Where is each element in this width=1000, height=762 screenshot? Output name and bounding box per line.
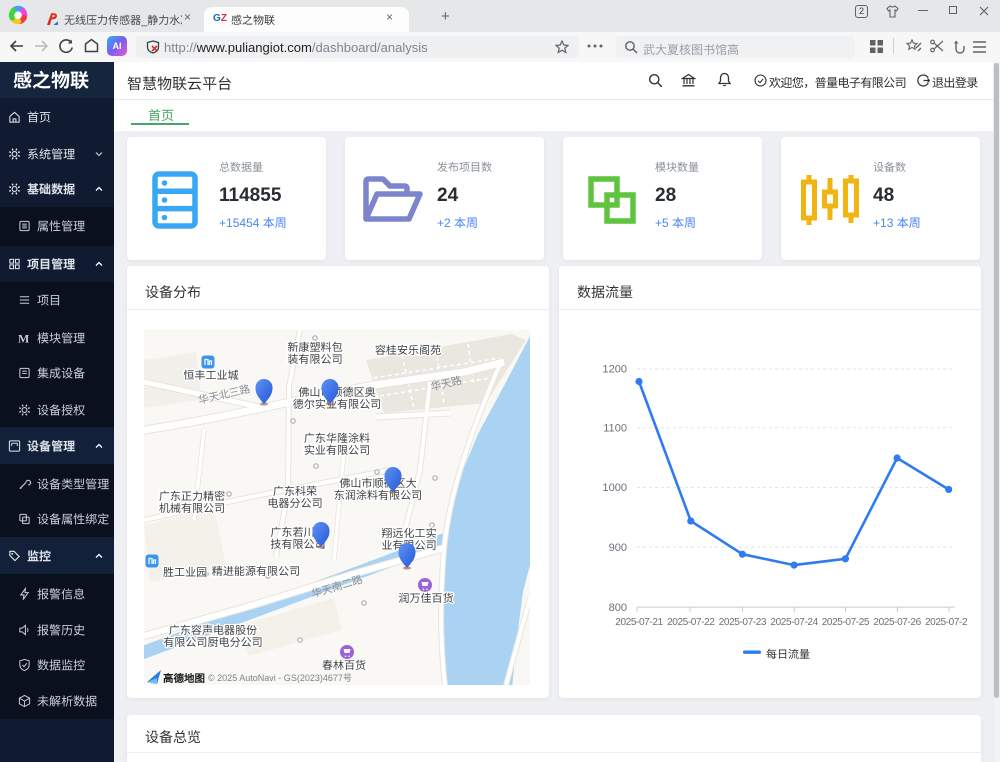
svg-text:广东科荣: 广东科荣 [273, 485, 317, 498]
svg-text:2025-07-26: 2025-07-26 [873, 617, 921, 628]
svg-text:广东华隆涂料: 广东华隆涂料 [304, 432, 370, 445]
svg-text:2025-07-25: 2025-07-25 [822, 617, 870, 628]
svg-text:2025-07-24: 2025-07-24 [770, 617, 818, 628]
svg-text:2025-07-21: 2025-07-21 [615, 617, 663, 628]
svg-text:佛山市顺德区大: 佛山市顺德区大 [339, 477, 416, 490]
svg-text:容桂安乐阁苑: 容桂安乐阁苑 [375, 344, 441, 357]
svg-text:1100: 1100 [603, 423, 627, 435]
svg-text:2025-07-22: 2025-07-22 [667, 617, 715, 628]
svg-text:有限公司厨电分公司: 有限公司厨电分公司 [163, 636, 262, 649]
svg-text:2025-07-23: 2025-07-23 [719, 617, 767, 628]
svg-text:1200: 1200 [602, 364, 627, 376]
svg-text:900: 900 [609, 542, 627, 554]
svg-text:恒丰工业城: 恒丰工业城 [183, 369, 238, 382]
svg-text:800: 800 [609, 602, 627, 614]
svg-text:电器分公司: 电器分公司 [267, 497, 322, 510]
svg-text:广东容声电器股份: 广东容声电器股份 [169, 624, 257, 637]
svg-text:高德地图: 高德地图 [163, 672, 205, 685]
svg-text:春林百货: 春林百货 [322, 659, 366, 672]
svg-text:东润涂料有限公司: 东润涂料有限公司 [334, 489, 422, 502]
svg-text:广东正力精密: 广东正力精密 [159, 490, 225, 503]
svg-text:润万佳百货: 润万佳百货 [398, 592, 453, 605]
svg-text:精进能源有限公司: 精进能源有限公司 [212, 565, 300, 578]
svg-text:机械有限公司: 机械有限公司 [159, 502, 225, 515]
svg-text:2025-07-27: 2025-07-27 [925, 617, 968, 628]
svg-text:每日流量: 每日流量 [766, 648, 810, 661]
svg-text:1000: 1000 [602, 482, 627, 494]
svg-text:新康塑料包: 新康塑料包 [287, 341, 342, 354]
svg-text:德尔实业有限公司: 德尔实业有限公司 [293, 398, 381, 411]
svg-text:装有限公司: 装有限公司 [287, 353, 342, 366]
svg-text:胜工业园: 胜工业园 [163, 566, 207, 579]
svg-text:实业有限公司: 实业有限公司 [304, 444, 370, 457]
svg-text:翔远化工实: 翔远化工实 [381, 527, 436, 540]
svg-text:© 2025 AutoNavi - GS(2023)4677: © 2025 AutoNavi - GS(2023)4677号 [208, 673, 352, 683]
